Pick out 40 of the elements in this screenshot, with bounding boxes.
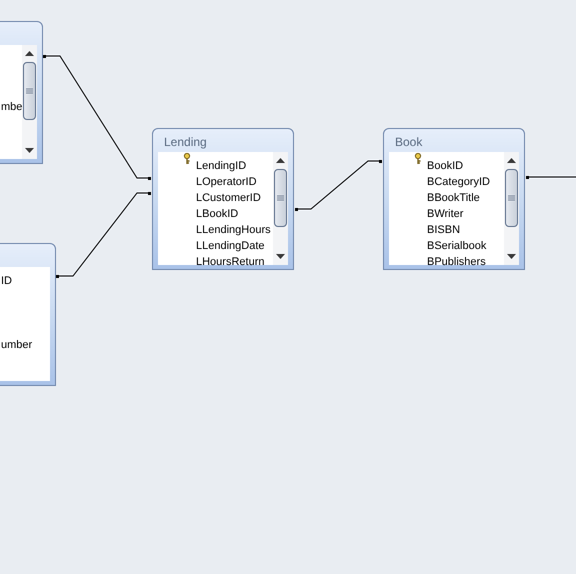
scrollbar[interactable] <box>504 152 519 265</box>
field-name[interactable]: LLendingHours <box>196 224 271 236</box>
table-title: Book <box>395 134 422 150</box>
field-name[interactable]: BSerialbook <box>427 240 486 252</box>
scrollbar[interactable] <box>273 152 288 265</box>
relationship-line[interactable] <box>294 160 382 211</box>
table-window[interactable]: Book BookID BCategoryID BBookTitle BWriter BISBN BSerialbook BPublishers <box>383 128 525 270</box>
table-title: Lending <box>164 134 207 150</box>
relationship-line[interactable] <box>526 176 576 179</box>
field-name[interactable]: LendingID <box>196 160 246 172</box>
field-name[interactable]: LLendingDate <box>196 240 265 252</box>
field-name[interactable]: mbe <box>1 101 22 113</box>
field-name[interactable]: BPublishers <box>427 256 486 268</box>
field-name[interactable]: BookID <box>427 160 464 172</box>
field-name[interactable]: BWriter <box>427 208 464 220</box>
scroll-down-arrow-icon[interactable] <box>25 148 34 153</box>
field-name[interactable]: umber <box>1 339 32 351</box>
grip-icon <box>508 195 515 201</box>
table-window[interactable]: mbe <box>0 21 43 164</box>
scroll-thumb[interactable] <box>274 169 287 227</box>
field-name[interactable]: ID <box>1 275 12 287</box>
scroll-down-arrow-icon[interactable] <box>507 254 516 259</box>
field-name[interactable]: LOperatorID <box>196 176 257 188</box>
scroll-up-arrow-icon[interactable] <box>276 158 285 163</box>
field-name[interactable]: BBookTitle <box>427 192 480 204</box>
scroll-thumb[interactable] <box>505 169 518 227</box>
scrollbar[interactable] <box>22 45 37 159</box>
field-name[interactable]: LBookID <box>196 208 238 220</box>
field-name[interactable]: LHoursReturn <box>196 256 264 268</box>
field-name[interactable]: BCategoryID <box>427 176 490 188</box>
scroll-up-arrow-icon[interactable] <box>507 158 516 163</box>
scroll-thumb[interactable] <box>23 62 36 120</box>
table-window[interactable]: Lending LendingID LOperatorID LCustomerID LBookID LLendingHours LLendingDate LHoursReturn <box>152 128 294 270</box>
grip-icon <box>26 88 33 94</box>
scroll-down-arrow-icon[interactable] <box>276 254 285 259</box>
table-window[interactable]: ID umber <box>0 243 56 386</box>
field-name[interactable]: BISBN <box>427 224 460 236</box>
field-name[interactable]: LCustomerID <box>196 192 261 204</box>
scroll-up-arrow-icon[interactable] <box>25 51 34 56</box>
grip-icon <box>277 195 284 201</box>
